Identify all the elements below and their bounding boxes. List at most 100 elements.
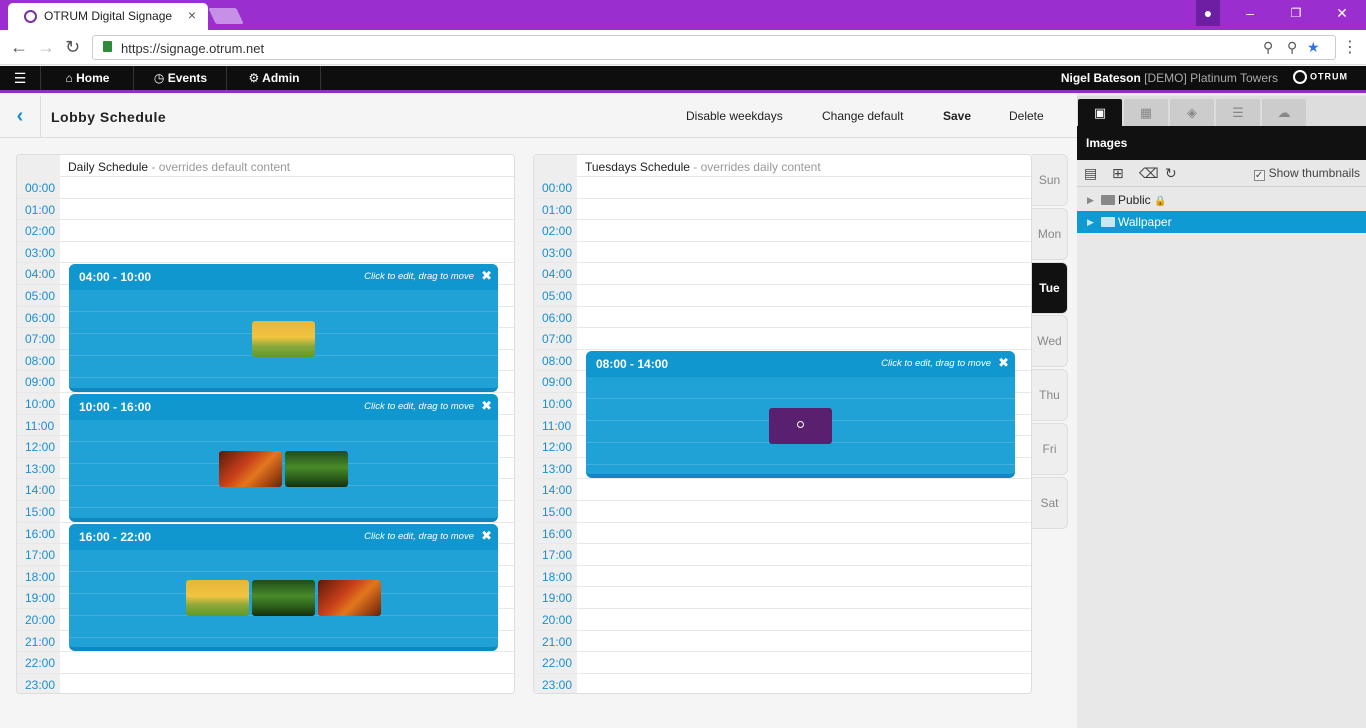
back-button[interactable]: ‹: [0, 96, 41, 137]
hour-row[interactable]: 18:00: [534, 566, 1031, 588]
expand-arrow-icon[interactable]: ▶: [1087, 211, 1094, 233]
day-tab-sun[interactable]: Sun: [1032, 154, 1068, 206]
hour-row[interactable]: 05:00: [534, 285, 1031, 307]
browser-tab[interactable]: OTRUM Digital Signage ×: [8, 3, 208, 30]
daily-schedule-panel: Daily Schedule - overrides default conte…: [16, 154, 515, 694]
schedule-block[interactable]: 04:00 - 10:00 Click to edit, drag to move…: [69, 264, 498, 392]
content-thumbnail[interactable]: [285, 450, 348, 487]
hour-label: 19:00: [542, 591, 573, 606]
day-tab-fri[interactable]: Fri: [1032, 423, 1068, 475]
remove-block-icon[interactable]: ✖: [481, 268, 492, 284]
checkbox-checked-icon: ✓: [1253, 170, 1265, 181]
nav-events[interactable]: ◷ Events: [135, 66, 227, 90]
hamburger-icon[interactable]: ☰: [0, 66, 41, 90]
day-tab-wed[interactable]: Wed: [1032, 315, 1068, 368]
nav-admin[interactable]: ⚙ Admin: [228, 66, 321, 90]
save-button[interactable]: Save: [943, 109, 971, 123]
content-thumbnail[interactable]: [219, 450, 282, 487]
hour-row[interactable]: 17:00: [534, 544, 1031, 566]
minimize-icon[interactable]: –: [1236, 0, 1264, 26]
hour-row[interactable]: 06:00: [534, 307, 1031, 329]
show-thumbnails-checkbox[interactable]: ✓ Show thumbnails: [1253, 166, 1360, 181]
hour-row[interactable]: 03:00: [17, 242, 514, 264]
hour-row[interactable]: 20:00: [534, 609, 1031, 631]
content-thumbnail[interactable]: [252, 321, 315, 358]
profile-icon[interactable]: ●: [1196, 0, 1220, 26]
hour-row[interactable]: 02:00: [534, 220, 1031, 242]
trash-icon[interactable]: ⌫: [1139, 165, 1159, 182]
hour-row[interactable]: 19:00: [534, 587, 1031, 609]
remove-block-icon[interactable]: ✖: [481, 398, 492, 414]
hour-row[interactable]: 23:00: [17, 674, 514, 693]
hour-row[interactable]: 04:00: [534, 263, 1031, 285]
pin-icon[interactable]: ⚲: [1287, 39, 1297, 56]
close-tab-icon[interactable]: ×: [188, 7, 196, 23]
hour-label: 20:00: [542, 613, 573, 627]
current-user[interactable]: Nigel Bateson [DEMO] Platinum Towers: [1061, 71, 1278, 85]
tab-video-icon[interactable]: ▦: [1124, 99, 1168, 126]
content-thumbnail[interactable]: [252, 580, 315, 617]
bookmark-star-icon[interactable]: ★: [1307, 39, 1320, 56]
hour-label: 16:00: [25, 526, 56, 541]
restore-icon[interactable]: ❐: [1282, 0, 1310, 26]
weekday-schedule-header: Tuesdays Schedule - overrides daily cont…: [534, 155, 1031, 177]
content-thumbnail[interactable]: [186, 580, 249, 617]
forward-arrow-icon[interactable]: →: [37, 37, 55, 58]
hour-row[interactable]: 03:00: [534, 242, 1031, 264]
folder-item-public[interactable]: ▶ Public 🔒: [1077, 189, 1366, 211]
address-bar[interactable]: https://signage.otrum.net ⚲ ⚲ ★: [92, 35, 1336, 60]
day-tab-tue[interactable]: Tue: [1032, 261, 1068, 314]
schedule-block[interactable]: 08:00 - 14:00 Click to edit, drag to move…: [586, 350, 1015, 479]
hour-row[interactable]: 15:00: [534, 501, 1031, 523]
tab-cloud-upload-icon[interactable]: ☁: [1262, 99, 1306, 126]
hour-row[interactable]: 21:00: [534, 631, 1031, 653]
day-tab-mon[interactable]: Mon: [1032, 207, 1068, 260]
hour-row[interactable]: 07:00: [534, 328, 1031, 350]
hour-row[interactable]: 00:00: [534, 177, 1031, 199]
hour-label: 13:00: [25, 461, 56, 476]
refresh-icon[interactable]: ↻: [1165, 165, 1177, 182]
new-tab-button[interactable]: [208, 8, 244, 24]
change-default-button[interactable]: Change default: [822, 109, 903, 123]
hour-label: 07:00: [25, 332, 56, 347]
hour-row[interactable]: 22:00: [534, 652, 1031, 674]
close-window-icon[interactable]: ✕: [1328, 0, 1356, 26]
hour-label: 03:00: [25, 245, 56, 260]
schedule-block[interactable]: 16:00 - 22:00 Click to edit, drag to move…: [69, 523, 498, 652]
otrum-logo-ring-icon: [797, 420, 804, 428]
folder-icon[interactable]: ▤: [1084, 165, 1097, 182]
remove-block-icon[interactable]: ✖: [998, 355, 1009, 371]
day-tab-thu[interactable]: Thu: [1032, 369, 1068, 422]
hour-row[interactable]: 01:00: [534, 199, 1031, 221]
schedule-block[interactable]: 10:00 - 16:00 Click to edit, drag to move…: [69, 394, 498, 522]
zoom-icon[interactable]: ⚲: [1263, 39, 1273, 56]
folder-icon: [1101, 195, 1115, 205]
hour-row[interactable]: 02:00: [17, 220, 514, 242]
back-arrow-icon[interactable]: ←: [10, 37, 28, 58]
hour-row[interactable]: 22:00: [17, 652, 514, 674]
url-text: https://signage.otrum.net: [121, 41, 265, 56]
hour-row[interactable]: 23:00: [534, 674, 1031, 693]
hour-row[interactable]: 14:00: [534, 479, 1031, 501]
expand-arrow-icon[interactable]: ▶: [1087, 189, 1094, 211]
content-thumbnail[interactable]: [318, 580, 381, 617]
content-thumbnail[interactable]: [769, 407, 832, 444]
day-tab-sat[interactable]: Sat: [1032, 476, 1068, 529]
reload-icon[interactable]: ↻: [65, 37, 80, 58]
sidebar-title: Images: [1077, 126, 1366, 160]
remove-block-icon[interactable]: ✖: [481, 528, 492, 544]
hour-row[interactable]: 00:00: [17, 177, 514, 199]
folder-item-wallpaper[interactable]: ▶ Wallpaper: [1077, 211, 1366, 233]
menu-dots-icon[interactable]: ⋮: [1342, 37, 1358, 57]
tab-list-icon[interactable]: ☰: [1216, 99, 1260, 126]
app-navbar: ☰ ⌂ Home ◷ Events ⚙ Admin Nigel Bateson …: [0, 66, 1366, 93]
hour-row[interactable]: 01:00: [17, 199, 514, 221]
delete-button[interactable]: Delete: [1009, 109, 1044, 123]
hour-row[interactable]: 16:00: [534, 523, 1031, 545]
nav-home[interactable]: ⌂ Home: [42, 66, 134, 90]
add-icon[interactable]: ⊞: [1112, 165, 1124, 182]
tab-package-icon[interactable]: ◈: [1170, 99, 1214, 126]
tab-images-icon[interactable]: ▣: [1078, 99, 1122, 126]
hour-label: 12:00: [542, 440, 573, 455]
disable-weekdays-button[interactable]: Disable weekdays: [686, 109, 783, 123]
